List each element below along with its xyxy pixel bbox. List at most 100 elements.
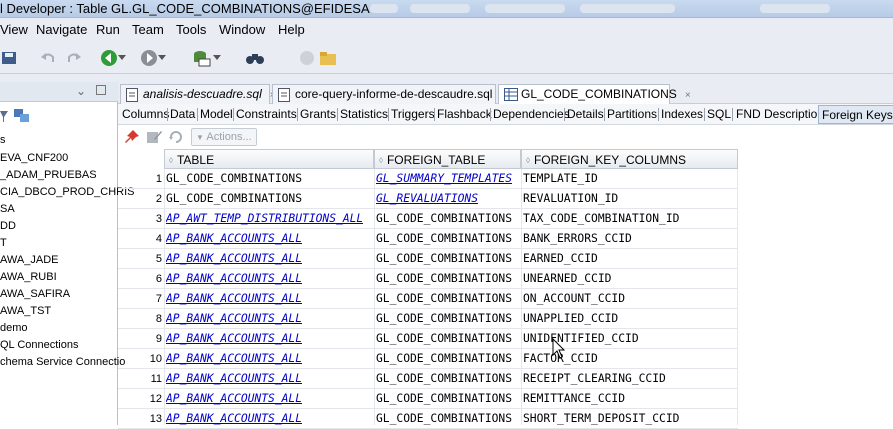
nav-item[interactable]: _ADAM_PRUEBAS (0, 169, 97, 181)
table-row[interactable]: 12 AP_BANK_ACCOUNTS_ALL GL_CODE_COMBINAT… (118, 389, 738, 409)
redo-icon[interactable] (64, 49, 84, 67)
table-row[interactable]: 6 AP_BANK_ACCOUNTS_ALL GL_CODE_COMBINATI… (118, 269, 738, 289)
cell-table-link[interactable]: AP_BANK_ACCOUNTS_ALL (166, 372, 302, 385)
tab-indexes[interactable]: Indexes (661, 107, 703, 121)
column-header-foreign-key-columns[interactable]: ◊ FOREIGN_KEY_COLUMNS (521, 149, 738, 169)
cell-table-link[interactable]: AP_BANK_ACCOUNTS_ALL (166, 252, 302, 265)
cell-table-link[interactable]: AP_BANK_ACCOUNTS_ALL (166, 352, 302, 365)
table-row[interactable]: 13 AP_BANK_ACCOUNTS_ALL GL_CODE_COMBINAT… (118, 409, 738, 429)
menu-help[interactable]: Help (278, 22, 305, 37)
cell-foreign-table[interactable]: GL_CODE_COMBINATIONS (376, 332, 512, 345)
nav-item[interactable]: SA (0, 203, 15, 215)
close-icon[interactable]: × (685, 90, 691, 101)
binoculars-icon[interactable] (245, 49, 265, 67)
tab-data[interactable]: Data (170, 107, 195, 121)
tab-gl-code-combinations[interactable]: GL_CODE_COMBINATIONS × (498, 84, 691, 105)
schema-browser-icon[interactable] (13, 108, 31, 127)
menu-tools[interactable]: Tools (176, 22, 206, 37)
nav-item[interactable]: chema Service Connectio (0, 356, 125, 368)
cell-table-link[interactable]: AP_BANK_ACCOUNTS_ALL (166, 312, 302, 325)
menu-run[interactable]: Run (96, 22, 120, 37)
cell-foreign-table[interactable]: GL_CODE_COMBINATIONS (376, 372, 512, 385)
cell-fk-columns[interactable]: ON_ACCOUNT_CCID (523, 292, 625, 305)
cell-fk-columns[interactable]: UNEARNED_CCID (523, 272, 611, 285)
cell-foreign-table[interactable]: GL_CODE_COMBINATIONS (376, 392, 512, 405)
cell-table-link[interactable]: AP_BANK_ACCOUNTS_ALL (166, 292, 302, 305)
tab-partitions[interactable]: Partitions (607, 107, 657, 121)
cell-table-link[interactable]: AP_BANK_ACCOUNTS_ALL (166, 392, 302, 405)
cell-foreign-table[interactable]: GL_CODE_COMBINATIONS (376, 252, 512, 265)
minimize-icon[interactable] (96, 85, 106, 95)
nav-item[interactable]: DD (0, 220, 16, 232)
cell-table-link[interactable]: AP_BANK_ACCOUNTS_ALL (166, 272, 302, 285)
menu-team[interactable]: Team (132, 22, 164, 37)
table-row[interactable]: 4 AP_BANK_ACCOUNTS_ALL GL_CODE_COMBINATI… (118, 229, 738, 249)
cell-foreign-table[interactable]: GL_CODE_COMBINATIONS (376, 292, 512, 305)
cell-table-link[interactable]: AP_BANK_ACCOUNTS_ALL (166, 412, 302, 425)
nav-item[interactable]: demo (0, 322, 28, 334)
panel-dropdown-icon[interactable]: ⌄ (76, 84, 86, 98)
cell-fk-columns[interactable]: BANK_ERRORS_CCID (523, 232, 632, 245)
menu-navigate[interactable]: Navigate (36, 22, 87, 37)
tab-details[interactable]: Details (567, 107, 604, 121)
cell-fk-columns[interactable]: UNAPPLIED_CCID (523, 312, 618, 325)
table-row[interactable]: 5 AP_BANK_ACCOUNTS_ALL GL_CODE_COMBINATI… (118, 249, 738, 269)
cell-foreign-table-link[interactable]: GL_REVALUATIONS (376, 192, 478, 205)
sql-worksheet-icon[interactable] (191, 49, 211, 67)
nav-item[interactable]: AWA_TST (0, 305, 51, 317)
tab-fnd-description[interactable]: FND Description (736, 107, 824, 121)
cell-fk-columns[interactable]: UNIDENTIFIED_CCID (523, 332, 639, 345)
table-row[interactable]: 2 GL_CODE_COMBINATIONS GL_REVALUATIONS R… (118, 189, 738, 209)
forward-icon[interactable] (139, 49, 159, 67)
cell-fk-columns[interactable]: REMITTANCE_CCID (523, 392, 625, 405)
cell-foreign-table[interactable]: GL_CODE_COMBINATIONS (376, 412, 512, 425)
folder-icon[interactable] (318, 49, 338, 67)
menu-view[interactable]: View (0, 22, 28, 37)
filter-icon[interactable] (0, 109, 8, 126)
table-row[interactable]: 3 AP_AWT_TEMP_DISTRIBUTIONS_ALL GL_CODE_… (118, 209, 738, 229)
menu-window[interactable]: Window (219, 22, 265, 37)
pin-icon[interactable] (124, 129, 140, 148)
nav-item[interactable]: AWA_RUBI (0, 271, 57, 283)
tab-constraints[interactable]: Constraints (236, 107, 297, 121)
cell-table-link[interactable]: AP_AWT_TEMP_DISTRIBUTIONS_ALL (166, 212, 363, 225)
table-row[interactable]: 9 AP_BANK_ACCOUNTS_ALL GL_CODE_COMBINATI… (118, 329, 738, 349)
cell-table[interactable]: GL_CODE_COMBINATIONS (166, 172, 302, 185)
nav-item[interactable]: s (0, 134, 6, 146)
cell-fk-columns[interactable]: REVALUATION_ID (523, 192, 618, 205)
nav-item[interactable]: CIA_DBCO_PROD_CHRIS (0, 186, 134, 198)
tab-model[interactable]: Model (200, 107, 233, 121)
tab-sql[interactable]: SQL (707, 107, 731, 121)
tab-grants[interactable]: Grants (300, 107, 336, 121)
cell-foreign-table[interactable]: GL_CODE_COMBINATIONS (376, 212, 512, 225)
chevron-down-icon[interactable] (212, 49, 222, 67)
back-icon[interactable] (99, 49, 119, 67)
cell-foreign-table[interactable]: GL_CODE_COMBINATIONS (376, 232, 512, 245)
tab-core-query[interactable]: core-query-informe-de-descaudre.sql× (272, 84, 506, 104)
nav-item[interactable]: QL Connections (0, 339, 78, 351)
column-header-table[interactable]: ◊ TABLE (164, 149, 374, 169)
table-row[interactable]: 7 AP_BANK_ACCOUNTS_ALL GL_CODE_COMBINATI… (118, 289, 738, 309)
save-all-icon[interactable] (0, 49, 20, 67)
cell-foreign-table[interactable]: GL_CODE_COMBINATIONS (376, 272, 512, 285)
tab-analisis-descuadre[interactable]: analisis-descuadre.sql× (120, 84, 276, 104)
table-row[interactable]: 8 AP_BANK_ACCOUNTS_ALL GL_CODE_COMBINATI… (118, 309, 738, 329)
nav-item[interactable]: AWA_JADE (0, 254, 58, 266)
cell-fk-columns[interactable]: RECEIPT_CLEARING_CCID (523, 372, 666, 385)
nav-item[interactable]: AWA_SAFIRA (0, 288, 70, 300)
cell-table-link[interactable]: AP_BANK_ACCOUNTS_ALL (166, 232, 302, 245)
cell-table-link[interactable]: AP_BANK_ACCOUNTS_ALL (166, 332, 302, 345)
column-header-foreign-table[interactable]: ◊ FOREIGN_TABLE (374, 149, 521, 169)
actions-dropdown[interactable]: ▼ Actions... (191, 128, 257, 146)
cell-fk-columns[interactable]: SHORT_TERM_DEPOSIT_CCID (523, 412, 679, 425)
cell-fk-columns[interactable]: TEMPLATE_ID (523, 172, 598, 185)
cell-fk-columns[interactable]: TAX_CODE_COMBINATION_ID (523, 212, 679, 225)
nav-item[interactable]: EVA_CNF200 (0, 152, 68, 164)
cell-fk-columns[interactable]: EARNED_CCID (523, 252, 598, 265)
table-row[interactable]: 1 GL_CODE_COMBINATIONS GL_SUMMARY_TEMPLA… (118, 169, 738, 189)
tab-dependencies[interactable]: Dependencies (493, 107, 570, 121)
tab-flashback[interactable]: Flashback (437, 107, 492, 121)
chevron-down-icon[interactable] (117, 49, 127, 67)
tab-foreign-keys[interactable]: Foreign Keys (818, 105, 893, 124)
chevron-down-icon[interactable] (157, 49, 167, 67)
